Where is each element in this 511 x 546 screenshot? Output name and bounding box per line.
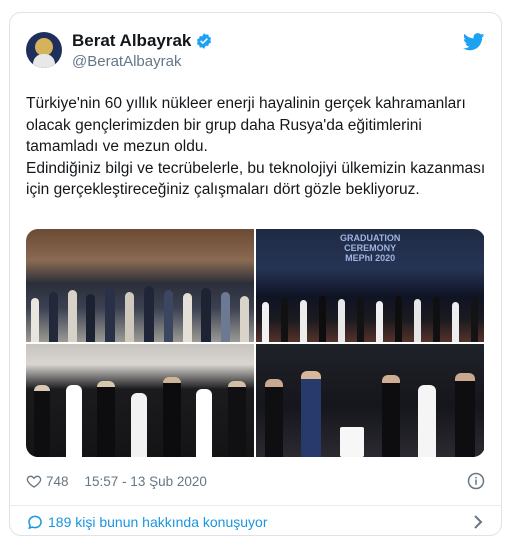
photo-graduates-gowns[interactable] xyxy=(26,344,254,457)
crowd-silhouette xyxy=(26,377,254,457)
conversation-text: 189 kişi bunun hakkında konuşuyor xyxy=(48,514,268,530)
crowd-silhouette xyxy=(256,284,484,342)
tweet-header: Berat Albayrak @BeratAlbayrak xyxy=(26,31,485,75)
tweet-timestamp[interactable]: 15:57 - 13 Şub 2020 xyxy=(85,474,207,489)
conversation-link[interactable]: 189 kişi bunun hakkında konuşuyor xyxy=(26,511,485,533)
author-name-row: Berat Albayrak xyxy=(72,31,213,51)
twitter-bird-icon[interactable] xyxy=(463,33,485,51)
tweet-card: Berat Albayrak @BeratAlbayrak Türkiye'ni… xyxy=(9,12,502,536)
avatar[interactable] xyxy=(26,32,62,68)
tweet-paragraph: Türkiye'nin 60 yıllık nükleer enerji hay… xyxy=(26,95,466,155)
author-name[interactable]: Berat Albayrak xyxy=(72,31,191,51)
crowd-silhouette xyxy=(256,371,484,457)
photo-grid: GRADUATION CEREMONY MEPhI 2020 xyxy=(26,229,485,457)
chevron-right-icon xyxy=(474,515,483,529)
photo-caption: GRADUATION CEREMONY MEPhI 2020 xyxy=(340,233,401,263)
crowd-silhouette xyxy=(26,280,254,342)
info-icon[interactable] xyxy=(467,472,485,490)
avatar-figure xyxy=(33,54,55,68)
comment-bubble-icon xyxy=(28,515,42,530)
verified-badge-icon xyxy=(197,33,212,49)
like-count[interactable]: 748 xyxy=(46,474,69,489)
tweet-text: Türkiye'nin 60 yıllık nükleer enerji hay… xyxy=(26,93,486,201)
author-handle[interactable]: @BeratAlbayrak xyxy=(72,53,181,70)
photo-graduation-stage[interactable]: GRADUATION CEREMONY MEPhI 2020 xyxy=(256,229,484,342)
heart-icon[interactable] xyxy=(26,473,42,489)
group-photo-auditorium[interactable] xyxy=(26,229,254,342)
tweet-meta: 748 15:57 - 13 Şub 2020 xyxy=(26,471,485,491)
tweet-paragraph: Edindiğiniz bilgi ve tecrübelerle, bu te… xyxy=(26,159,486,199)
photo-diploma-ceremony[interactable] xyxy=(256,344,484,457)
divider xyxy=(10,505,501,506)
